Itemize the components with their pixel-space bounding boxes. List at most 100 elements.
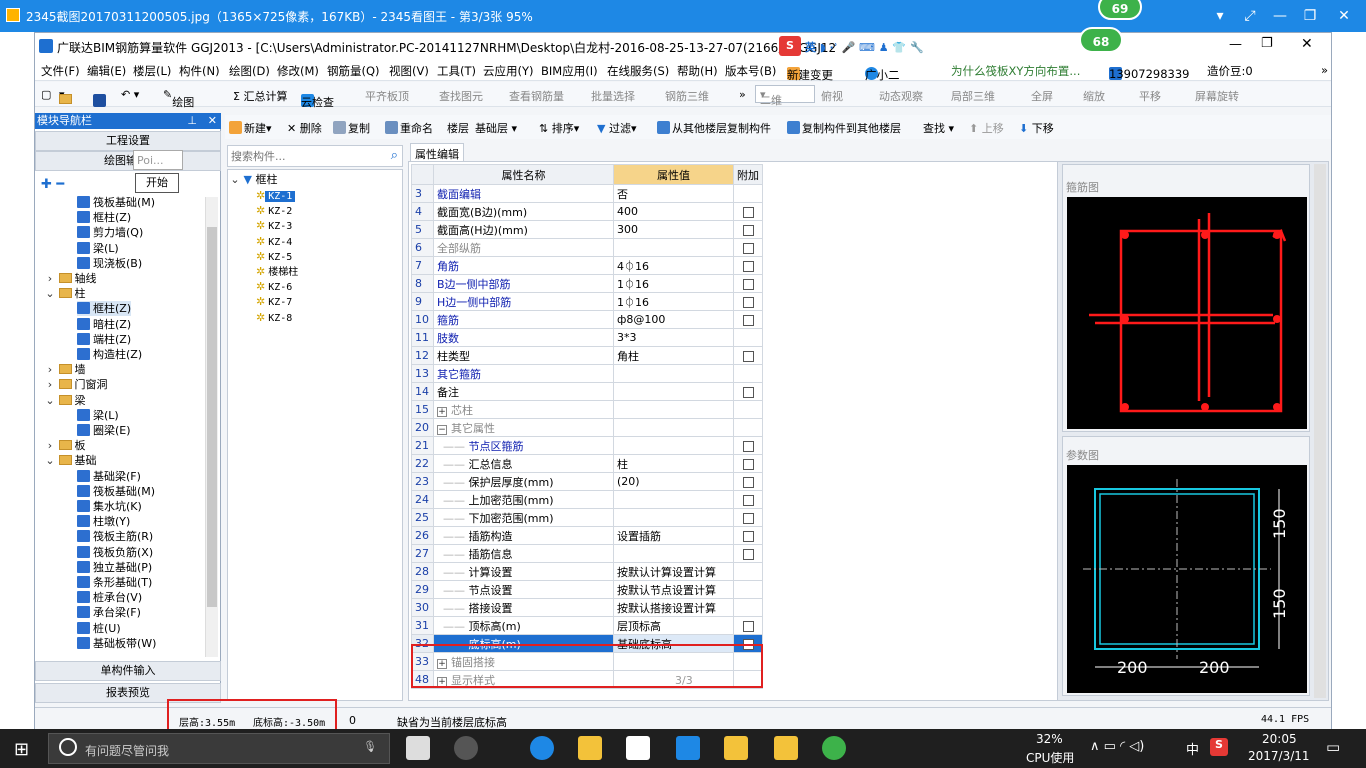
property-row[interactable]: 29 —— 节点设置 按默认节点设置计算 <box>411 580 763 599</box>
nav-item[interactable]: 条形基础(T) <box>77 575 152 590</box>
property-name-cell[interactable]: 箍筋 <box>433 310 614 329</box>
expand-toggle-icon[interactable]: › <box>45 271 55 286</box>
close-button[interactable]: ✕ <box>1330 6 1358 26</box>
property-extra-cell[interactable] <box>733 400 763 419</box>
component-item[interactable]: ✲ KZ-1 <box>256 188 296 203</box>
nav-item[interactable]: 构造柱(Z) <box>77 347 142 362</box>
property-extra-cell[interactable] <box>733 184 763 203</box>
delete-button[interactable]: ✕ 删除 <box>287 120 322 136</box>
property-row[interactable]: 27 —— 插筋信息 <box>411 544 763 563</box>
property-name-cell[interactable]: 截面编辑 <box>433 184 614 203</box>
nav-item[interactable]: 框柱(Z) <box>77 301 132 317</box>
nav-item[interactable]: 筏板主筋(R) <box>77 529 153 544</box>
single-component-input-button[interactable]: 单构件输入 <box>35 661 221 681</box>
draw-button[interactable]: ✎ 绘图 <box>163 88 194 109</box>
property-row[interactable]: 23 —— 保护层厚度(mm) (20) <box>411 472 763 491</box>
property-extra-cell[interactable] <box>733 616 763 635</box>
property-name-cell[interactable]: + 芯柱 <box>433 400 614 419</box>
extra-checkbox[interactable] <box>742 224 754 236</box>
expand-toggle-icon[interactable]: ⌄ <box>230 172 240 187</box>
ime-indicator[interactable]: 中 <box>1186 739 1199 758</box>
sort-button[interactable]: ⇅ 排序▾ <box>539 120 579 136</box>
menu-view[interactable]: 视图(V) <box>389 63 429 79</box>
property-extra-cell[interactable] <box>733 508 763 527</box>
property-value[interactable]: 层顶标高 <box>613 616 734 635</box>
fullscreen-icon[interactable]: ⤢ <box>1236 6 1264 26</box>
property-value[interactable] <box>613 238 734 257</box>
extra-checkbox[interactable] <box>742 458 754 470</box>
engineering-settings-button[interactable]: 工程设置 <box>35 131 221 151</box>
nav-item[interactable]: 独立基础(P) <box>77 560 152 575</box>
property-row[interactable]: 14 备注 <box>411 382 763 401</box>
start-button[interactable]: 开始 <box>135 173 179 193</box>
new-file-icon[interactable]: ▢ <box>41 88 51 101</box>
expand-toggle-icon[interactable]: › <box>45 362 55 377</box>
nav-item[interactable]: 筏板负筋(X) <box>77 545 153 560</box>
property-extra-cell[interactable] <box>733 490 763 509</box>
property-extra-cell[interactable] <box>733 382 763 401</box>
extra-checkbox[interactable] <box>742 314 754 326</box>
menu-new-change[interactable]: 新建变更 ▾ <box>787 63 833 82</box>
speed-badge-2[interactable]: 68 <box>1079 27 1123 53</box>
nav-item[interactable]: › 轴线 <box>45 271 97 286</box>
nav-item[interactable]: 桩承台(V) <box>77 590 142 605</box>
property-name-cell[interactable]: 肢数 <box>433 328 614 347</box>
property-value[interactable]: 按默认计算设置计算 <box>613 562 734 581</box>
property-extra-cell[interactable] <box>733 454 763 473</box>
property-value[interactable] <box>613 382 734 401</box>
nav-item[interactable]: 梁(L) <box>77 241 119 256</box>
nav-item[interactable]: 框柱(Z) <box>77 210 131 225</box>
property-value[interactable]: 300 <box>613 220 734 239</box>
store-icon[interactable] <box>626 736 650 760</box>
property-extra-cell[interactable] <box>733 256 763 275</box>
expand-toggle-icon[interactable]: › <box>45 438 55 453</box>
property-row[interactable]: 20− 其它属性 <box>411 418 763 437</box>
nav-item[interactable]: 圈梁(E) <box>77 423 131 438</box>
property-extra-cell[interactable] <box>733 472 763 491</box>
filter-button[interactable]: ▼ 过滤▾ <box>597 120 637 136</box>
property-name-cell[interactable]: —— 汇总信息 <box>433 454 614 473</box>
expand-toggle-icon[interactable]: ⌄ <box>45 453 55 468</box>
property-value[interactable]: 按默认节点设置计算 <box>613 580 734 599</box>
property-row[interactable]: 25 —— 下加密范围(mm) <box>411 508 763 527</box>
notes-icon[interactable] <box>774 736 798 760</box>
expand-toggle-icon[interactable]: ⌄ <box>45 393 55 408</box>
property-value[interactable]: 400 <box>613 202 734 221</box>
property-name-cell[interactable]: —— 顶标高(m) <box>433 616 614 635</box>
move-down-button[interactable]: ⬇ 下移 <box>1019 120 1054 136</box>
menu-online[interactable]: 在线服务(S) <box>607 63 669 79</box>
property-value[interactable]: (20) <box>613 472 734 491</box>
nav-item[interactable]: 现浇板(B) <box>77 256 142 271</box>
component-item[interactable]: ✲ KZ-4 <box>256 234 295 249</box>
extra-checkbox[interactable] <box>742 548 754 560</box>
batch-select-button[interactable]: 批量选择 <box>591 88 635 104</box>
nav-item[interactable]: ⌄ 基础 <box>45 453 96 468</box>
property-row[interactable]: 8 B边一侧中部筋 1⏀16 <box>411 274 763 293</box>
property-row[interactable]: 21 —— 节点区箍筋 <box>411 436 763 455</box>
pan-button[interactable]: 平移 <box>1139 88 1161 104</box>
extra-checkbox[interactable] <box>742 512 754 524</box>
top-view-button[interactable]: 俯视 <box>821 88 843 104</box>
edge-icon[interactable] <box>530 736 554 760</box>
menu-cloud[interactable]: 云应用(Y) <box>483 63 534 79</box>
property-name-cell[interactable]: B边一侧中部筋 <box>433 274 614 293</box>
property-extra-cell[interactable] <box>733 274 763 293</box>
nav-item[interactable]: 集水坑(K) <box>77 499 142 514</box>
extra-checkbox[interactable] <box>742 440 754 452</box>
nav-scrollbar[interactable] <box>205 197 218 657</box>
find-element-button[interactable]: 查找图元 <box>439 88 483 104</box>
nav-item[interactable]: 基础板带(W) <box>77 636 156 651</box>
property-name-cell[interactable]: —— 节点区箍筋 <box>433 436 614 455</box>
property-name-cell[interactable]: 角筋 <box>433 256 614 275</box>
sogou-ime-icon[interactable]: S <box>779 36 801 56</box>
copy-from-floor-button[interactable]: 从其他楼层复制构件 <box>657 120 771 136</box>
menu-coins[interactable]: 造价豆:0 <box>1207 63 1253 79</box>
rotate-screen-button[interactable]: 屏幕旋转 <box>1195 88 1239 104</box>
property-row[interactable]: 13 其它箍筋 <box>411 364 763 383</box>
ggj-taskbar-icon[interactable] <box>724 736 748 760</box>
extra-checkbox[interactable] <box>742 494 754 506</box>
property-extra-cell[interactable] <box>733 436 763 455</box>
property-value[interactable]: 1⏀16 <box>613 274 734 293</box>
pin-icon[interactable]: ⊥ <box>187 113 197 129</box>
property-value[interactable]: 角柱 <box>613 346 734 365</box>
